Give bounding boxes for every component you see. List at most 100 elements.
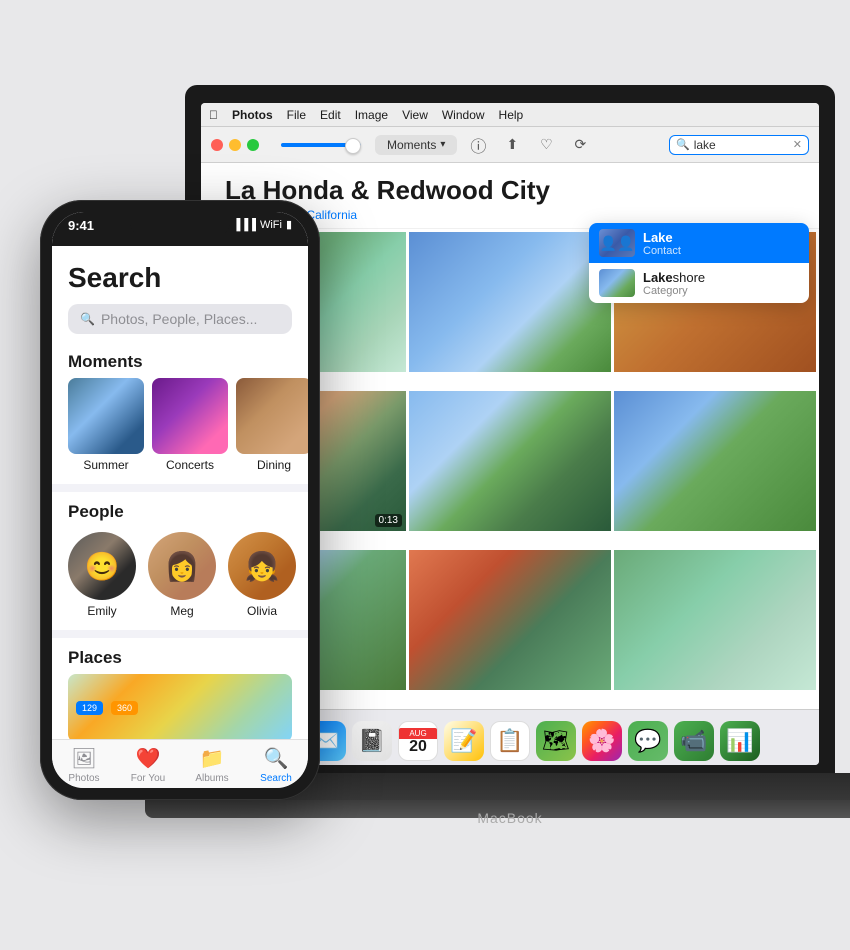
- menubar-file[interactable]: File: [287, 108, 306, 122]
- minimize-button[interactable]: [229, 139, 241, 151]
- moment-thumb-dining: [236, 378, 308, 454]
- photo-cell[interactable]: [614, 550, 816, 690]
- dock-reminders[interactable]: 📋: [490, 721, 530, 761]
- photo-cell[interactable]: [409, 391, 611, 531]
- dock-calendar[interactable]: AUG 20: [398, 721, 438, 761]
- search-icon: 🔍: [676, 138, 690, 151]
- dock-contacts[interactable]: 📓: [352, 721, 392, 761]
- menubar-image[interactable]: Image: [355, 108, 388, 122]
- moment-thumb-concerts: [152, 378, 228, 454]
- dock-messages[interactable]: 💬: [628, 721, 668, 761]
- avatar-emily: 😊: [68, 532, 136, 600]
- iphone: 9:41 ▐▐▐ WiFi ▮ Search 🔍 Photos, People,…: [40, 200, 320, 800]
- albums-tab-icon: 📁: [200, 746, 225, 771]
- search-result-category: Category: [643, 285, 705, 297]
- search-placeholder: Photos, People, Places...: [101, 311, 257, 327]
- menubar-edit[interactable]: Edit: [320, 108, 341, 122]
- moment-summer[interactable]: Summer: [68, 378, 144, 472]
- search-result-name: Lake: [643, 230, 681, 245]
- moments-section-header: Moments: [52, 342, 308, 378]
- avatar-meg: 👩: [148, 532, 216, 600]
- tab-for-you[interactable]: ❤️ For You: [116, 746, 180, 784]
- iphone-screen: 9:41 ▐▐▐ WiFi ▮ Search 🔍 Photos, People,…: [52, 212, 308, 788]
- search-header: Search 🔍 Photos, People, Places...: [52, 246, 308, 342]
- search-result-text: Lake Contact: [643, 230, 681, 257]
- person-olivia[interactable]: 👧 Olivia: [228, 532, 296, 618]
- moment-concerts[interactable]: Concerts: [152, 378, 228, 472]
- dock-notes[interactable]: 📝: [444, 721, 484, 761]
- zoom-slider[interactable]: [281, 143, 361, 147]
- search-input-bar[interactable]: 🔍 Photos, People, Places...: [68, 304, 292, 334]
- menubar-window[interactable]: Window: [442, 108, 485, 122]
- photo-cell[interactable]: [409, 550, 611, 690]
- share-button[interactable]: ⬆: [499, 132, 525, 158]
- person-name-emily: Emily: [87, 604, 116, 618]
- photos-tab-icon: 🖼: [71, 746, 96, 771]
- for-you-tab-label: For You: [131, 773, 165, 784]
- video-duration-badge: 0:13: [375, 514, 402, 527]
- notch: [130, 212, 230, 236]
- people-section: People 😊 Emily 👩 Meg 👧 Olivia: [52, 492, 308, 630]
- dock-photos-app[interactable]: 🌸: [582, 721, 622, 761]
- iphone-status-bar: 9:41 ▐▐▐ WiFi ▮: [52, 212, 308, 246]
- person-meg[interactable]: 👩 Meg: [148, 532, 216, 618]
- moments-segment[interactable]: Moments ▾: [375, 135, 457, 155]
- status-time: 9:41: [68, 218, 94, 233]
- moment-label-summer: Summer: [83, 458, 128, 472]
- people-grid: 😊 Emily 👩 Meg 👧 Olivia: [52, 528, 308, 630]
- battery-icon: ▮: [286, 218, 292, 231]
- person-name-meg: Meg: [170, 604, 193, 618]
- person-emily[interactable]: 😊 Emily: [68, 532, 136, 618]
- search-result-lakeshore[interactable]: Lakeshore Category: [589, 263, 809, 303]
- clear-search-icon[interactable]: ✕: [793, 138, 802, 151]
- rotate-button[interactable]: ⟳: [567, 132, 593, 158]
- iphone-tab-bar: 🖼 Photos ❤️ For You 📁 Albums 🔍 Search: [52, 739, 308, 788]
- chevron-down-icon: ▾: [440, 139, 445, 150]
- places-map-preview[interactable]: 129 360: [68, 674, 292, 739]
- menubar-photos[interactable]: Photos: [232, 108, 273, 122]
- search-result-thumb: 👤👤: [599, 229, 635, 257]
- macos-menubar:  Photos File Edit Image View Window Hel…: [201, 103, 819, 127]
- moments-label: Moments: [387, 138, 436, 152]
- search-result-name-2: Lakeshore: [643, 270, 705, 285]
- traffic-lights: [211, 139, 259, 151]
- status-icons: ▐▐▐ WiFi ▮: [233, 218, 292, 231]
- tab-search[interactable]: 🔍 Search: [244, 746, 308, 784]
- photo-cell[interactable]: [409, 232, 611, 372]
- moment-thumb-summer: [68, 378, 144, 454]
- photos-tab-label: Photos: [68, 773, 99, 784]
- search-box[interactable]: 🔍 lake ✕: [669, 135, 809, 155]
- apple-menu[interactable]: : [209, 108, 218, 122]
- signal-icon: ▐▐▐: [233, 219, 256, 231]
- search-result-lake[interactable]: 👤👤 Lake Contact: [589, 223, 809, 263]
- person-name-olivia: Olivia: [247, 604, 277, 618]
- photos-main-title: La Honda & Redwood City: [225, 175, 795, 206]
- places-section: Places 129 360: [52, 638, 308, 739]
- tab-albums[interactable]: 📁 Albums: [180, 746, 244, 784]
- menubar-help[interactable]: Help: [499, 108, 524, 122]
- map-speed-badge: 360: [111, 701, 138, 715]
- search-input[interactable]: lake: [694, 138, 716, 152]
- photo-cell[interactable]: [614, 391, 816, 531]
- dock-maps[interactable]: 🗺: [536, 721, 576, 761]
- tab-photos[interactable]: 🖼 Photos: [52, 746, 116, 784]
- dock-numbers[interactable]: 📊: [720, 721, 760, 761]
- close-button[interactable]: [211, 139, 223, 151]
- maximize-button[interactable]: [247, 139, 259, 151]
- search-result-type: Contact: [643, 245, 681, 257]
- iphone-content: Search 🔍 Photos, People, Places... Momen…: [52, 246, 308, 739]
- info-button[interactable]: ⓘ: [465, 132, 491, 158]
- heart-button[interactable]: ♡: [533, 132, 559, 158]
- avatar-olivia: 👧: [228, 532, 296, 600]
- map-route-badge: 129: [76, 701, 103, 715]
- search-tab-icon: 🔍: [264, 746, 289, 771]
- dock-facetime[interactable]: 📹: [674, 721, 714, 761]
- menubar-view[interactable]: View: [402, 108, 428, 122]
- moment-dining[interactable]: Dining: [236, 378, 308, 472]
- people-section-header: People: [52, 492, 308, 528]
- search-dropdown: 👤👤 Lake Contact: [589, 223, 809, 303]
- search-title: Search: [68, 262, 292, 294]
- moment-label-concerts: Concerts: [166, 458, 214, 472]
- search-icon: 🔍: [80, 312, 95, 326]
- albums-tab-label: Albums: [195, 773, 228, 784]
